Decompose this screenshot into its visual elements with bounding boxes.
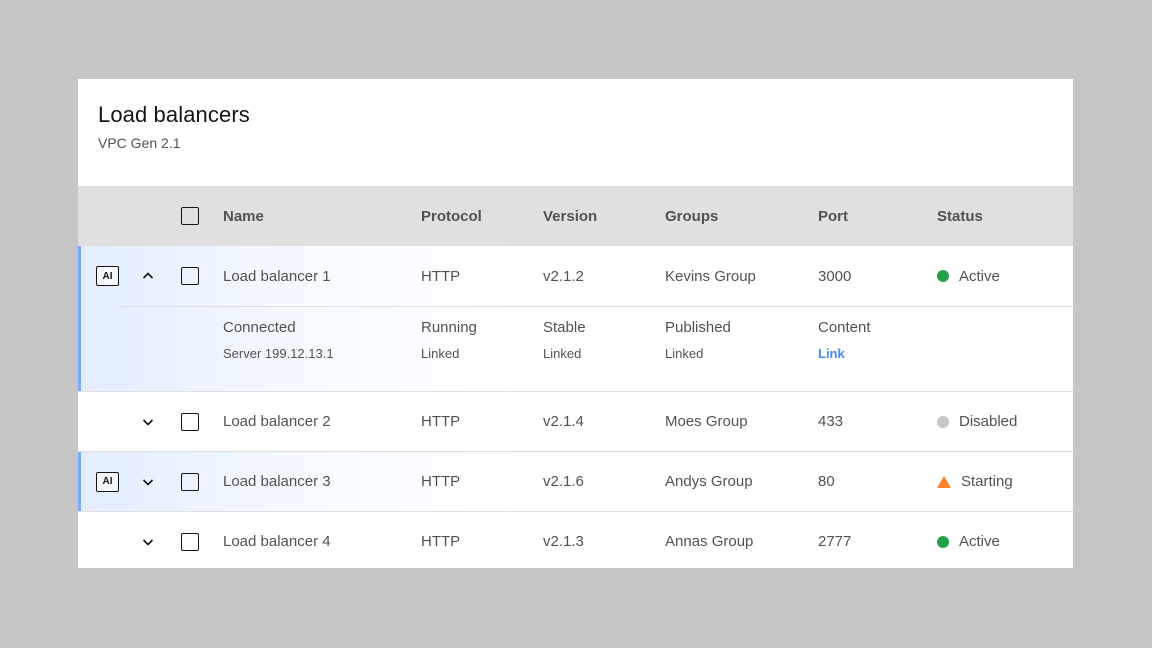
cell-version: v2.1.6 xyxy=(543,473,665,490)
detail-server-address: Server 199.12.13.1 xyxy=(223,346,421,361)
row-checkbox[interactable] xyxy=(181,413,199,431)
detail-content: Content xyxy=(818,319,937,336)
column-header-version: Version xyxy=(543,208,665,225)
details-port-cell: Content Link xyxy=(818,319,937,362)
cell-protocol: HTTP xyxy=(421,473,543,490)
status-starting-icon xyxy=(937,476,951,488)
ai-label[interactable]: AI xyxy=(96,472,119,492)
cell-groups: Annas Group xyxy=(665,533,818,550)
page-title: Load balancers xyxy=(98,102,1053,128)
cell-port: 3000 xyxy=(818,268,937,285)
cell-protocol: HTTP xyxy=(421,413,543,430)
chevron-down-icon xyxy=(140,534,156,550)
table-row-load-balancer-3: AI Load balancer 3 HTTP v2.1.6 Andys Gro… xyxy=(78,451,1073,511)
load-balancers-card: Load balancers VPC Gen 2.1 Name Protocol… xyxy=(78,79,1073,568)
row-controls-cell xyxy=(78,392,223,451)
cell-port: 2777 xyxy=(818,533,937,550)
detail-protocol-linked: Linked xyxy=(421,346,543,361)
load-balancers-table: Name Protocol Version Groups Port Status… xyxy=(78,186,1073,571)
table-header-row: Name Protocol Version Groups Port Status xyxy=(78,186,1073,246)
cell-groups: Kevins Group xyxy=(665,268,818,285)
detail-version-linked: Linked xyxy=(543,346,665,361)
table-row-load-balancer-1: AI Load balancer 1 HTTP v2.1.2 Kevins Gr… xyxy=(78,246,1073,306)
table-row-load-balancer-4: Load balancer 4 HTTP v2.1.3 Annas Group … xyxy=(78,511,1073,571)
card-header: Load balancers VPC Gen 2.1 xyxy=(78,79,1073,186)
cell-version: v2.1.3 xyxy=(543,533,665,550)
page-subtitle: VPC Gen 2.1 xyxy=(98,135,1053,151)
ai-label[interactable]: AI xyxy=(96,266,119,286)
cell-status: Active xyxy=(937,268,1073,285)
details-groups-cell: Published Linked xyxy=(665,319,818,361)
cell-groups: Moes Group xyxy=(665,413,818,430)
chevron-up-icon xyxy=(140,268,156,284)
detail-groups-linked: Linked xyxy=(665,346,818,361)
cell-name: Load balancer 4 xyxy=(223,533,421,550)
row-checkbox[interactable] xyxy=(181,533,199,551)
column-header-name: Name xyxy=(223,208,421,225)
cell-status: Starting xyxy=(937,473,1073,490)
cell-name: Load balancer 1 xyxy=(223,268,421,285)
detail-running: Running xyxy=(421,319,543,336)
cell-groups: Andys Group xyxy=(665,473,818,490)
status-active-icon xyxy=(937,536,949,548)
status-active-icon xyxy=(937,270,949,282)
row-controls-cell: AI xyxy=(78,452,223,511)
cell-port: 80 xyxy=(818,473,937,490)
cell-protocol: HTTP xyxy=(421,533,543,550)
status-label: Disabled xyxy=(959,413,1017,430)
cell-version: v2.1.4 xyxy=(543,413,665,430)
details-version-cell: Stable Linked xyxy=(543,319,665,361)
expand-row-button[interactable] xyxy=(136,530,160,554)
status-disabled-icon xyxy=(937,416,949,428)
cell-protocol: HTTP xyxy=(421,268,543,285)
status-label: Starting xyxy=(961,473,1013,490)
cell-name: Load balancer 3 xyxy=(223,473,421,490)
expanded-row-details: Connected Server 199.12.13.1 Running Lin… xyxy=(78,306,1073,391)
detail-connected: Connected xyxy=(223,319,421,336)
detail-link[interactable]: Link xyxy=(818,346,845,361)
row-checkbox[interactable] xyxy=(181,473,199,491)
column-header-protocol: Protocol xyxy=(421,208,543,225)
expand-row-button[interactable] xyxy=(136,470,160,494)
status-label: Active xyxy=(959,533,1000,550)
detail-published: Published xyxy=(665,319,818,336)
row-controls-cell xyxy=(78,512,223,571)
column-header-port: Port xyxy=(818,208,937,225)
expand-row-button[interactable] xyxy=(136,410,160,434)
cell-name: Load balancer 2 xyxy=(223,413,421,430)
detail-stable: Stable xyxy=(543,319,665,336)
status-label: Active xyxy=(959,268,1000,285)
column-header-groups: Groups xyxy=(665,208,818,225)
cell-status: Active xyxy=(937,533,1073,550)
chevron-down-icon xyxy=(140,474,156,490)
collapse-row-button[interactable] xyxy=(136,264,160,288)
header-controls-cell xyxy=(78,186,223,246)
row-controls-cell: AI xyxy=(78,246,223,306)
cell-status: Disabled xyxy=(937,413,1073,430)
column-header-status: Status xyxy=(937,208,1073,225)
cell-port: 433 xyxy=(818,413,937,430)
row-checkbox[interactable] xyxy=(181,267,199,285)
chevron-down-icon xyxy=(140,414,156,430)
details-protocol-cell: Running Linked xyxy=(421,319,543,361)
details-name-cell: Connected Server 199.12.13.1 xyxy=(223,319,421,361)
table-row-load-balancer-2: Load balancer 2 HTTP v2.1.4 Moes Group 4… xyxy=(78,391,1073,451)
select-all-checkbox[interactable] xyxy=(181,207,199,225)
cell-version: v2.1.2 xyxy=(543,268,665,285)
